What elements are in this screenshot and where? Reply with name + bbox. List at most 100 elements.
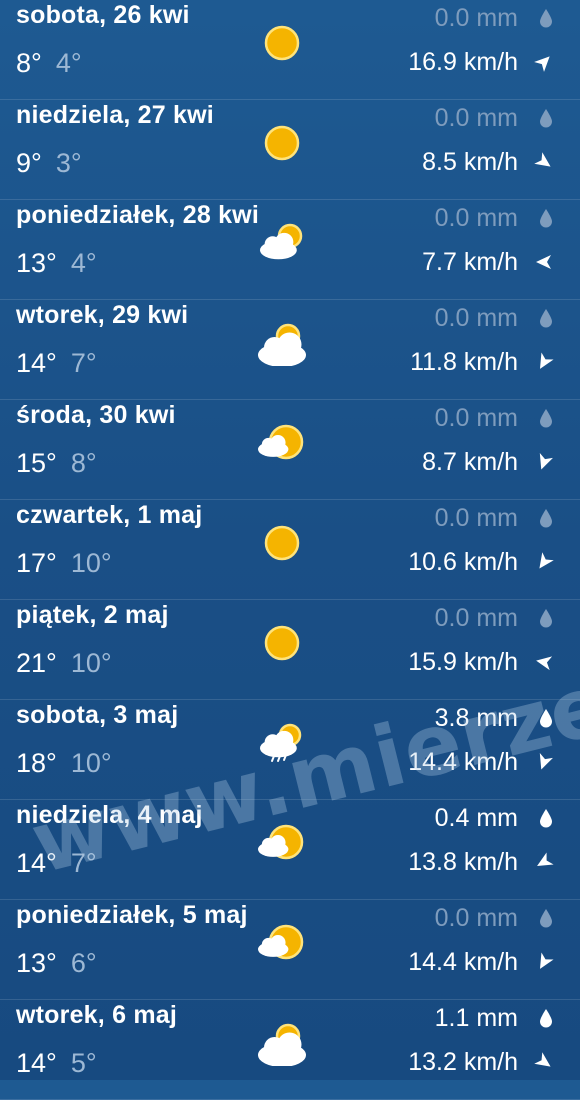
raindrop-icon bbox=[539, 508, 553, 528]
temperature: 17° 10° bbox=[16, 548, 112, 579]
temp-min: 6° bbox=[70, 948, 97, 978]
precipitation: 0.0 mm bbox=[434, 104, 518, 132]
cloudy-sun-icon bbox=[254, 320, 310, 367]
wind-speed: 8.7 km/h bbox=[422, 448, 518, 476]
forecast-row[interactable]: niedziela, 4 maj 14° 7° 0.4 mm 13.8 km/h bbox=[0, 800, 580, 900]
day-label: czwartek, 1 maj bbox=[16, 501, 203, 529]
temp-max: 21° bbox=[16, 648, 57, 678]
temp-max: 15° bbox=[16, 448, 57, 478]
temperature: 21° 10° bbox=[16, 648, 112, 679]
temp-min: 10° bbox=[70, 548, 112, 578]
temp-min: 4° bbox=[55, 48, 82, 78]
precipitation: 3.8 mm bbox=[434, 704, 518, 732]
wind-direction-icon bbox=[532, 650, 555, 673]
raindrop-icon bbox=[539, 408, 553, 428]
day-label: wtorek, 29 kwi bbox=[16, 301, 189, 329]
temp-min: 8° bbox=[70, 448, 97, 478]
precipitation: 1.1 mm bbox=[434, 1004, 518, 1032]
temperature: 13° 6° bbox=[16, 948, 97, 979]
temp-min: 5° bbox=[70, 1048, 97, 1078]
precipitation: 0.0 mm bbox=[434, 4, 518, 32]
raindrop-icon bbox=[539, 208, 553, 228]
wind-direction-icon bbox=[530, 348, 557, 375]
precipitation: 0.0 mm bbox=[434, 604, 518, 632]
precipitation: 0.0 mm bbox=[434, 504, 518, 532]
precipitation: 0.0 mm bbox=[434, 904, 518, 932]
wind-direction-icon bbox=[534, 252, 554, 272]
cloudy-sun-icon bbox=[254, 1020, 310, 1067]
temp-min: 10° bbox=[70, 648, 112, 678]
wind-speed: 13.2 km/h bbox=[408, 1048, 518, 1076]
raindrop-icon bbox=[539, 8, 553, 28]
raindrop-icon bbox=[539, 608, 553, 628]
temperature: 18° 10° bbox=[16, 748, 112, 779]
temp-max: 14° bbox=[16, 848, 57, 878]
day-label: niedziela, 4 maj bbox=[16, 801, 203, 829]
sun-icon bbox=[254, 520, 310, 566]
temp-max: 17° bbox=[16, 548, 57, 578]
sun-icon bbox=[254, 620, 310, 666]
forecast-row[interactable]: piątek, 2 maj 21° 10° 0.0 mm 15.9 km/h bbox=[0, 600, 580, 700]
temp-max: 13° bbox=[16, 248, 57, 278]
precipitation: 0.0 mm bbox=[434, 404, 518, 432]
wind-direction-icon bbox=[531, 449, 557, 475]
temp-min: 10° bbox=[70, 748, 112, 778]
day-label: sobota, 3 maj bbox=[16, 701, 179, 729]
temperature: 14° 7° bbox=[16, 848, 97, 879]
wind-speed: 15.9 km/h bbox=[408, 648, 518, 676]
wind-speed: 8.5 km/h bbox=[422, 148, 518, 176]
temp-min: 7° bbox=[70, 348, 97, 378]
temp-min: 4° bbox=[70, 248, 97, 278]
raindrop-icon bbox=[539, 908, 553, 928]
raindrop-icon bbox=[539, 708, 553, 728]
forecast-row[interactable]: środa, 30 kwi 15° 8° 0.0 mm 8.7 km/h bbox=[0, 400, 580, 500]
forecast-list: sobota, 26 kwi 8° 4° 0.0 mm 16.9 km/h nie… bbox=[0, 0, 580, 1100]
mostly-sunny-icon bbox=[254, 420, 310, 466]
wind-speed: 7.7 km/h bbox=[422, 248, 518, 276]
temp-min: 3° bbox=[55, 148, 82, 178]
wind-speed: 16.9 km/h bbox=[408, 48, 518, 76]
sun-icon bbox=[254, 20, 310, 66]
temperature: 9° 3° bbox=[16, 148, 82, 179]
raindrop-icon bbox=[539, 808, 553, 828]
forecast-row[interactable]: niedziela, 27 kwi 9° 3° 0.0 mm 8.5 km/h bbox=[0, 100, 580, 200]
forecast-row[interactable]: sobota, 3 maj 18° 10° 3.8 mm 14.4 km/h bbox=[0, 700, 580, 800]
wind-speed: 10.6 km/h bbox=[408, 548, 518, 576]
forecast-row[interactable]: poniedziałek, 28 kwi 13° 4° 0.0 mm 7.7 km… bbox=[0, 200, 580, 300]
partly-cloudy-icon bbox=[254, 220, 310, 266]
raindrop-icon bbox=[539, 308, 553, 328]
day-label: wtorek, 6 maj bbox=[16, 1001, 177, 1029]
temp-max: 9° bbox=[16, 148, 42, 178]
wind-speed: 13.8 km/h bbox=[408, 848, 518, 876]
wind-direction-icon bbox=[530, 548, 558, 576]
day-label: poniedziałek, 28 kwi bbox=[16, 201, 259, 229]
forecast-row[interactable]: wtorek, 6 maj 14° 5° 1.1 mm 13.2 km/h bbox=[0, 1000, 580, 1100]
temperature: 8° 4° bbox=[16, 48, 82, 79]
day-label: sobota, 26 kwi bbox=[16, 1, 190, 29]
raindrop-icon bbox=[539, 1008, 553, 1028]
precipitation: 0.0 mm bbox=[434, 204, 518, 232]
wind-speed: 14.4 km/h bbox=[408, 948, 518, 976]
temp-max: 8° bbox=[16, 48, 42, 78]
day-label: poniedziałek, 5 maj bbox=[16, 901, 248, 929]
temperature: 14° 7° bbox=[16, 348, 97, 379]
mostly-sunny-icon bbox=[254, 820, 310, 866]
wind-direction-icon bbox=[530, 848, 557, 875]
wind-direction-icon bbox=[530, 948, 557, 975]
temp-max: 14° bbox=[16, 348, 57, 378]
wind-direction-icon bbox=[530, 148, 558, 176]
forecast-row[interactable]: wtorek, 29 kwi 14° 7° 0.0 mm 11.8 km/h bbox=[0, 300, 580, 400]
day-label: środa, 30 kwi bbox=[16, 401, 176, 429]
temp-max: 18° bbox=[16, 748, 57, 778]
wind-direction-icon bbox=[530, 1048, 558, 1076]
forecast-row[interactable]: czwartek, 1 maj 17° 10° 0.0 mm 10.6 km/h bbox=[0, 500, 580, 600]
precipitation: 0.4 mm bbox=[434, 804, 518, 832]
forecast-row[interactable]: sobota, 26 kwi 8° 4° 0.0 mm 16.9 km/h bbox=[0, 0, 580, 100]
wind-speed: 11.8 km/h bbox=[410, 348, 518, 376]
wind-direction-icon bbox=[530, 48, 558, 76]
wind-direction-icon bbox=[531, 749, 557, 775]
temp-max: 14° bbox=[16, 1048, 57, 1078]
mostly-sunny-icon bbox=[254, 920, 310, 966]
forecast-row[interactable]: poniedziałek, 5 maj 13° 6° 0.0 mm 14.4 km… bbox=[0, 900, 580, 1000]
temp-min: 7° bbox=[70, 848, 97, 878]
